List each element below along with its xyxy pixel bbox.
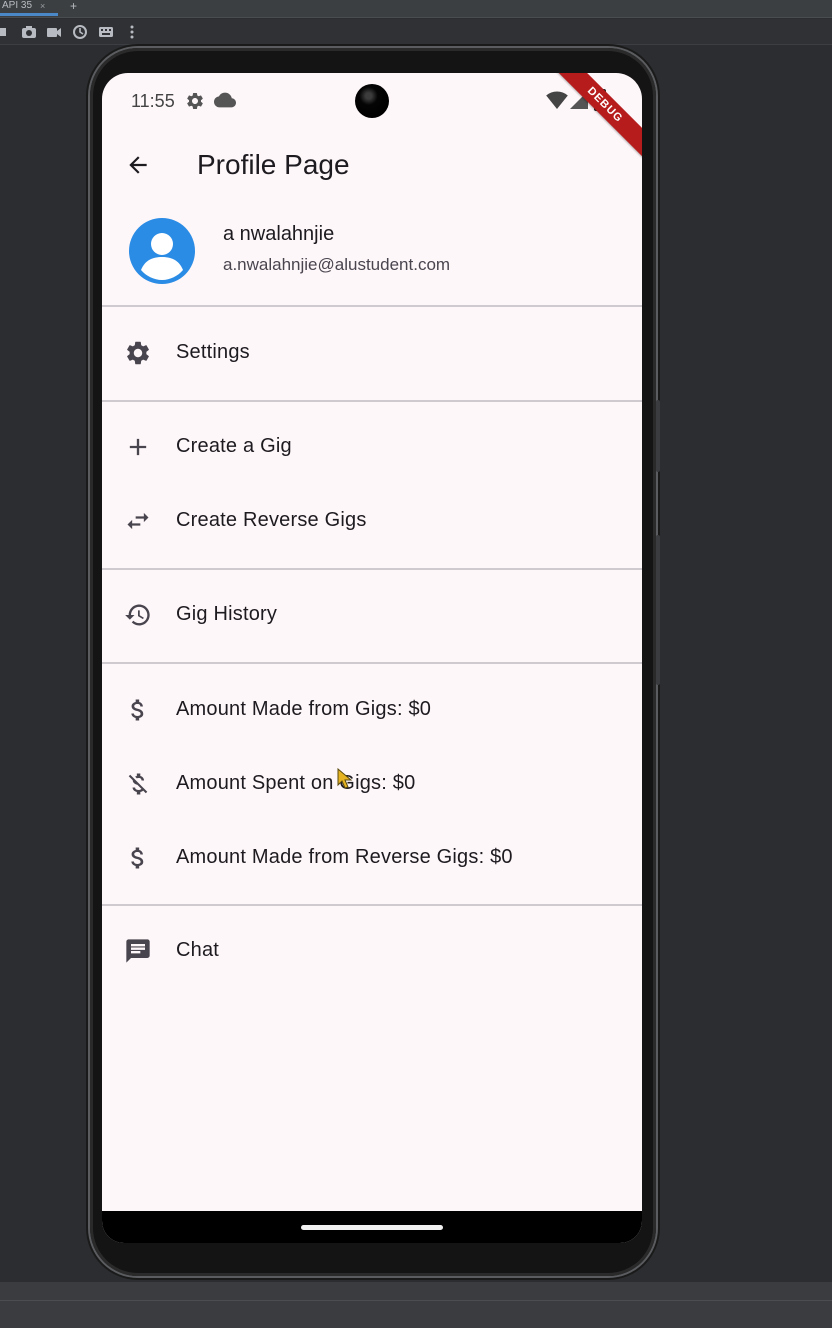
emulator-toolbar (0, 19, 832, 45)
keyboard-icon[interactable] (98, 24, 114, 40)
menu-item-label: Amount Made from Gigs: $0 (176, 698, 432, 720)
power-button (656, 535, 660, 685)
menu-item-chat[interactable]: Chat (102, 914, 642, 988)
settings-gear-icon (127, 341, 149, 365)
divider (102, 400, 642, 402)
swap-arrows-icon (127, 512, 149, 530)
page-title: Profile Page (197, 149, 350, 180)
divider (102, 568, 642, 570)
menu-item-gig-history[interactable]: Gig History (102, 578, 642, 652)
chat-icon (126, 939, 150, 963)
ide-tab-bar: API 35 × + (0, 0, 832, 18)
menu-item-label: Chat (176, 939, 220, 961)
ide-device-tab[interactable]: API 35 × (0, 0, 58, 16)
menu-item-label: Settings (176, 341, 250, 363)
settings-status-icon (187, 93, 203, 109)
phone-screen: 11:55 DEBUG Profile Page a nwalahnjie a.… (102, 73, 642, 1243)
menu-item-label: Gig History (176, 603, 278, 625)
home-gesture-handle[interactable] (301, 1225, 443, 1230)
menu-item-amount-made[interactable]: Amount Made from Gigs: $0 (102, 673, 642, 747)
menu-item-label: Amount Spent on Gigs: $0 (176, 772, 416, 794)
dollar-icon (131, 847, 144, 869)
status-time: 11:55 (131, 91, 175, 111)
system-navigation-bar (102, 1211, 642, 1243)
close-icon[interactable]: × (40, 0, 45, 12)
volume-button (656, 400, 660, 472)
divider (102, 662, 642, 664)
back-button[interactable] (118, 145, 158, 185)
ide-bottom-bar (0, 1282, 832, 1328)
profile-header: a nwalahnjie a.nwalahnjie@alustudent.com (102, 211, 642, 305)
record-video-icon[interactable] (46, 24, 62, 40)
menu-item-label: Amount Made from Reverse Gigs: $0 (176, 846, 513, 868)
menu-item-amount-made-reverse[interactable]: Amount Made from Reverse Gigs: $0 (102, 821, 642, 895)
rotate-history-icon[interactable] (72, 24, 88, 40)
ide-device-tab-label: API 35 (2, 0, 33, 11)
add-tab-icon[interactable]: + (70, 0, 77, 13)
dollar-icon (131, 699, 144, 721)
cloud-icon (214, 92, 236, 108)
more-options-icon[interactable] (124, 24, 140, 40)
profile-email: a.nwalahnjie@alustudent.com (223, 255, 451, 274)
menu-item-label: Create a Gig (176, 435, 292, 457)
stop-icon[interactable] (0, 24, 12, 40)
status-bar: 11:55 DEBUG (102, 73, 642, 166)
menu-item-create-reverse-gigs[interactable]: Create Reverse Gigs (102, 484, 642, 558)
camera-icon[interactable] (21, 24, 37, 40)
mouse-cursor-icon (337, 768, 353, 789)
add-icon (129, 438, 147, 456)
history-icon (125, 604, 150, 626)
avatar[interactable] (129, 218, 195, 284)
divider (102, 904, 642, 906)
profile-name: a nwalahnjie (223, 223, 335, 245)
back-arrow-icon (129, 156, 147, 174)
money-off-icon (128, 773, 148, 795)
menu-item-settings[interactable]: Settings (102, 316, 642, 390)
front-camera (355, 84, 389, 118)
menu-item-amount-spent[interactable]: Amount Spent on Gigs: $0 (102, 747, 642, 821)
account-icon (141, 233, 183, 280)
app-bar: Profile Page (102, 131, 642, 197)
menu-item-label: Create Reverse Gigs (176, 509, 367, 531)
menu-item-create-gig[interactable]: Create a Gig (102, 410, 642, 484)
divider (102, 305, 642, 307)
wifi-icon (546, 91, 568, 109)
divider (0, 1300, 832, 1301)
